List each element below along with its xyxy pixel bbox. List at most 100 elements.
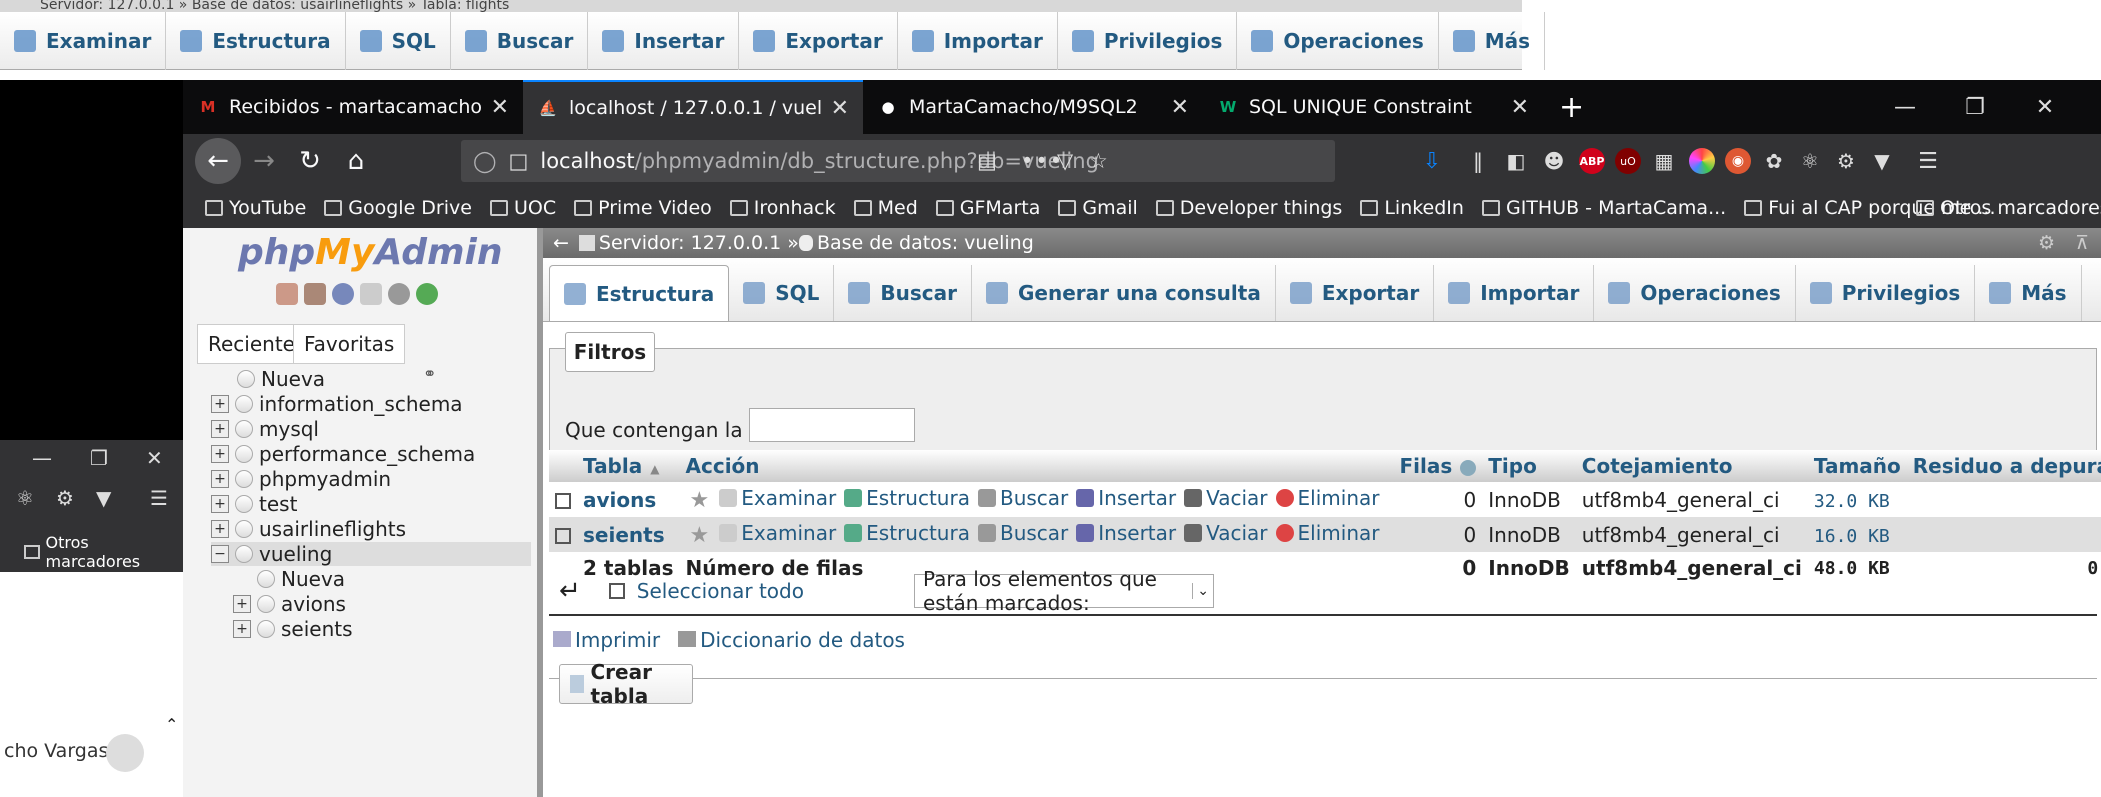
reload-button[interactable]: ↻ (287, 138, 333, 184)
vue-icon[interactable]: ▼ (96, 486, 111, 510)
back-button[interactable]: ← (195, 138, 241, 184)
size-link[interactable]: 32.0 KB (1814, 491, 1890, 512)
print-link[interactable]: Imprimir (553, 628, 660, 652)
menu-icon[interactable]: ☰ (1915, 148, 1941, 174)
bookmark-item[interactable]: Prime Video (566, 197, 720, 219)
browse-action[interactable]: Examinar (719, 521, 836, 545)
bookmark-item[interactable]: Gmail (1050, 197, 1145, 219)
adblock-icon[interactable]: ABP (1579, 148, 1605, 174)
collapse-icon[interactable]: ← (553, 232, 569, 254)
gear-icon[interactable]: ⚙ (56, 486, 74, 510)
bookmark-item[interactable]: UOC (482, 197, 564, 219)
server-crumb[interactable]: Servidor: 127.0.0.1 » (599, 232, 799, 254)
row-checkbox[interactable] (555, 528, 571, 544)
menu-icon[interactable]: ☰ (150, 486, 168, 510)
bookmark-item[interactable]: Developer things (1148, 197, 1351, 219)
settings-icon[interactable] (388, 283, 410, 305)
browser-tab-1[interactable]: ⛵ localhost / 127.0.0.1 / vueling | ✕ (523, 80, 863, 134)
expand-icon[interactable]: + (233, 595, 251, 613)
ublock-icon[interactable]: uO (1615, 148, 1641, 174)
size-link[interactable]: 16.0 KB (1814, 526, 1890, 547)
chevron-up-icon[interactable]: ⌃ (165, 715, 178, 734)
bookmark-item[interactable]: Med (846, 197, 926, 219)
bg-tab-5[interactable]: Exportar (739, 11, 898, 70)
minimize-button[interactable]: — (1871, 80, 1939, 134)
close-icon[interactable]: ✕ (146, 446, 163, 470)
new-tab-button[interactable]: + (1543, 80, 1600, 134)
db-tab-6[interactable]: Operaciones (1594, 265, 1796, 321)
bookmark-item[interactable]: LinkedIn (1352, 197, 1472, 219)
extension-icon[interactable]: ✿ (1761, 148, 1787, 174)
refresh-icon[interactable] (416, 283, 438, 305)
structure-action[interactable]: Estructura (844, 521, 970, 545)
other-bookmarks[interactable]: Otros marcadores (1908, 197, 2101, 219)
forward-button[interactable]: → (241, 138, 287, 184)
expand-icon[interactable]: + (211, 520, 229, 538)
reader-view-icon[interactable]: ▤ (977, 149, 997, 173)
with-selected-dropdown[interactable]: Para los elementos que están marcados: ⌄ (913, 567, 1214, 615)
collapse-icon[interactable]: − (211, 545, 229, 563)
vue-icon[interactable]: ▼ (1869, 148, 1895, 174)
tree-item[interactable]: + information_schema (211, 392, 463, 416)
data-dictionary-link[interactable]: Diccionario de datos (678, 628, 905, 652)
tree-item[interactable]: + mysql (211, 417, 319, 441)
db-tab-4[interactable]: Exportar (1276, 265, 1435, 321)
db-tab-7[interactable]: Privilegios (1796, 265, 1976, 321)
structure-action[interactable]: Estructura (844, 486, 970, 510)
bookmark-item[interactable]: GFMarta (928, 197, 1049, 219)
restore-icon[interactable]: ❐ (90, 446, 108, 470)
table-name-link[interactable]: avions (583, 488, 656, 512)
bg-tab-7[interactable]: Privilegios (1058, 11, 1238, 70)
favorites-tab[interactable]: Favoritas (293, 324, 406, 364)
expand-icon[interactable]: + (211, 495, 229, 513)
minimize-icon[interactable]: — (32, 446, 52, 470)
bookmark-item[interactable]: YouTube (197, 197, 314, 219)
tree-child-item[interactable]: + avions (233, 592, 346, 616)
react-icon[interactable]: ⚛ (16, 486, 34, 510)
tree-item[interactable]: + test (211, 492, 297, 516)
drop-action[interactable]: Eliminar (1275, 486, 1379, 510)
filter-input[interactable] (749, 408, 915, 442)
bg-tab-8[interactable]: Operaciones (1237, 11, 1439, 70)
close-window-button[interactable]: ✕ (2011, 80, 2079, 134)
gear-icon[interactable]: ⚙ (1833, 148, 1859, 174)
help-icon[interactable] (1460, 459, 1477, 476)
row-checkbox[interactable] (555, 493, 571, 509)
settings-icon[interactable]: ⚙ (2038, 232, 2055, 254)
home-button[interactable]: ⌂ (333, 138, 379, 184)
avatar[interactable] (106, 734, 144, 772)
library-icon[interactable]: ‖ (1465, 148, 1491, 174)
link-icon[interactable]: ⚭ (423, 364, 436, 383)
home-icon[interactable] (276, 283, 298, 305)
expand-icon[interactable]: + (211, 445, 229, 463)
extension-grid-icon[interactable]: ▦ (1651, 148, 1677, 174)
insert-action[interactable]: Insertar (1076, 521, 1176, 545)
browser-tab-3[interactable]: W SQL UNIQUE Constraint ✕ (1203, 80, 1543, 134)
table-name-link[interactable]: seients (583, 523, 665, 547)
select-all-checkbox[interactable] (608, 583, 625, 599)
close-tab-icon[interactable]: ✕ (831, 96, 849, 121)
recent-tab[interactable]: Reciente (197, 324, 306, 364)
bg-tab-1[interactable]: Estructura (166, 11, 346, 70)
download-icon[interactable]: ⇩ (1419, 148, 1445, 174)
db-tab-5[interactable]: Importar (1434, 265, 1595, 321)
expand-icon[interactable]: + (233, 620, 251, 638)
tree-item[interactable]: + usairlineflights (211, 517, 406, 541)
react-icon[interactable]: ⚛ (1797, 148, 1823, 174)
url-bar[interactable]: ◯ □ localhost/phpmyadmin/db_structure.ph… (461, 140, 1335, 182)
color-picker-icon[interactable] (1689, 148, 1715, 174)
tree-item[interactable]: + phpmyadmin (211, 467, 391, 491)
bookmark-star-icon[interactable]: ☆ (1089, 149, 1108, 173)
empty-action[interactable]: Vaciar (1184, 486, 1268, 510)
close-tab-icon[interactable]: ✕ (1511, 95, 1529, 120)
account-icon[interactable]: ☻ (1541, 148, 1567, 174)
insert-action[interactable]: Insertar (1076, 486, 1176, 510)
logout-icon[interactable] (304, 283, 326, 305)
bookmark-item[interactable]: Google Drive (316, 197, 480, 219)
favorite-star-icon[interactable]: ★ (690, 523, 710, 548)
favorite-star-icon[interactable]: ★ (690, 488, 710, 513)
restore-button[interactable]: ❐ (1941, 80, 2009, 134)
bg-tab-9[interactable]: Más (1439, 11, 1546, 70)
tree-item[interactable]: − vueling (211, 542, 531, 566)
bookmark-item[interactable]: Ironhack (722, 197, 844, 219)
